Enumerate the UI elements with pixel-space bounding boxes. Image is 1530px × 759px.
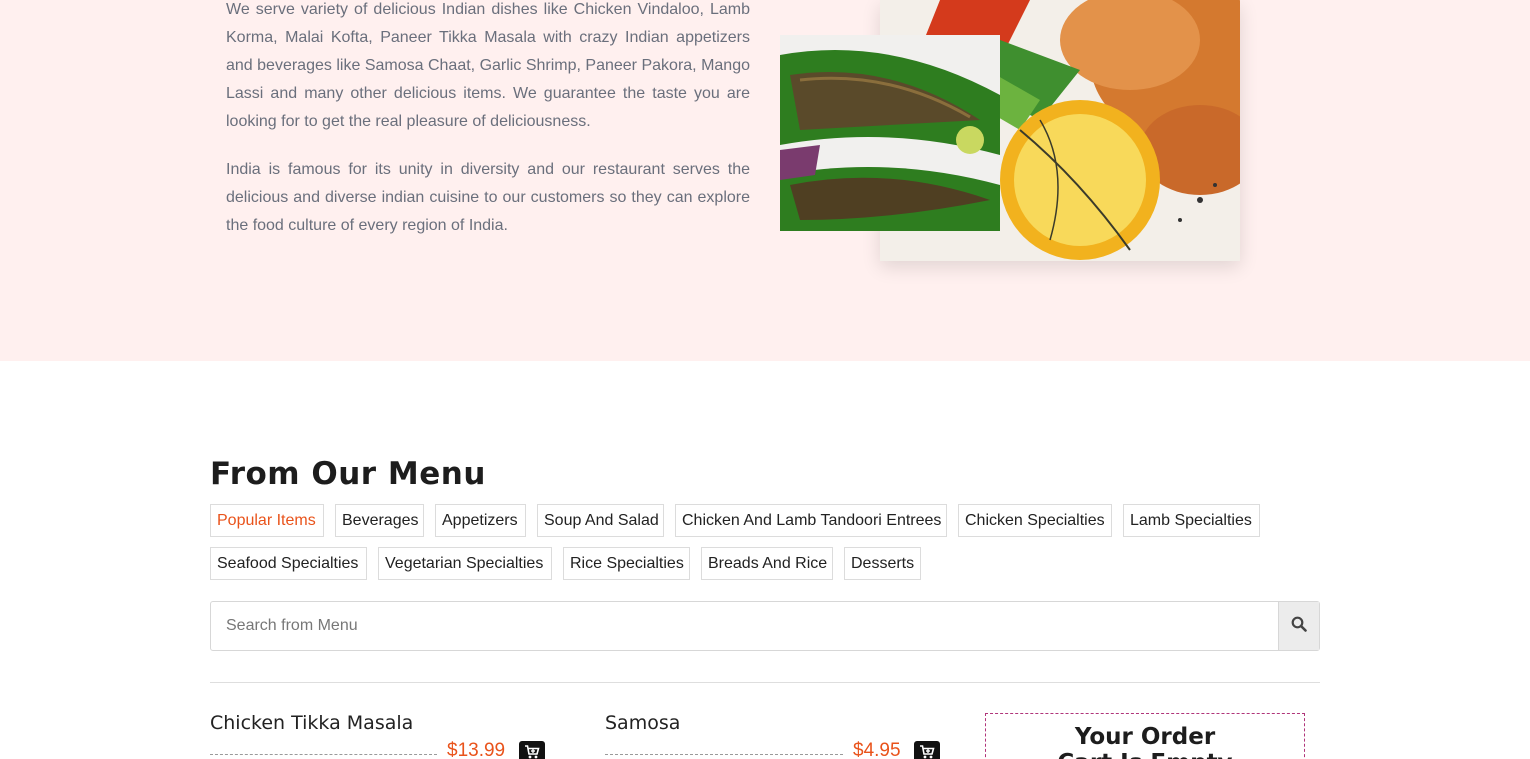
menu-item-price: $4.95 bbox=[853, 740, 901, 759]
menu-search-input[interactable] bbox=[211, 602, 1279, 650]
about-section: We serve variety of delicious Indian dis… bbox=[0, 0, 1530, 361]
menu-item-dots bbox=[605, 754, 843, 755]
search-icon bbox=[1291, 616, 1307, 637]
order-title-line2: Cart Is Empty bbox=[1057, 750, 1232, 759]
order-title: Your Order Cart Is Empty bbox=[986, 724, 1304, 759]
add-to-cart-button[interactable] bbox=[914, 741, 940, 759]
menu-item-dots bbox=[210, 754, 437, 755]
food-image-fish bbox=[780, 35, 1000, 231]
menu-section-title: From Our Menu bbox=[210, 456, 486, 492]
tab-chicken-specialties[interactable]: Chicken Specialties bbox=[958, 504, 1112, 537]
menu-item-name: Chicken Tikka Masala bbox=[210, 712, 414, 734]
search-button[interactable] bbox=[1278, 602, 1319, 650]
menu-divider bbox=[210, 682, 1320, 683]
cart-icon bbox=[919, 744, 935, 759]
tab-breads-and-rice[interactable]: Breads And Rice bbox=[701, 547, 833, 580]
tab-desserts[interactable]: Desserts bbox=[844, 547, 921, 580]
menu-search-bar bbox=[210, 601, 1320, 651]
tab-rice-specialties[interactable]: Rice Specialties bbox=[563, 547, 690, 580]
tab-beverages[interactable]: Beverages bbox=[335, 504, 424, 537]
tab-soup-and-salad[interactable]: Soup And Salad bbox=[537, 504, 664, 537]
tab-seafood-specialties[interactable]: Seafood Specialties bbox=[210, 547, 367, 580]
menu-item: Chicken Tikka Masala $13.99 bbox=[210, 712, 545, 759]
tab-vegetarian-specialties[interactable]: Vegetarian Specialties bbox=[378, 547, 552, 580]
menu-item: Samosa $4.95 bbox=[605, 712, 940, 759]
menu-item-price: $13.99 bbox=[447, 740, 506, 759]
order-title-line1: Your Order bbox=[1074, 724, 1216, 750]
tab-lamb-specialties[interactable]: Lamb Specialties bbox=[1123, 504, 1260, 537]
tab-popular-items[interactable]: Popular Items bbox=[210, 504, 324, 537]
about-paragraph-2: India is famous for its unity in diversi… bbox=[226, 161, 750, 234]
tab-chicken-and-lamb-tandoori-entrees[interactable]: Chicken And Lamb Tandoori Entrees bbox=[675, 504, 947, 537]
order-cart-box: Your Order Cart Is Empty bbox=[985, 713, 1305, 759]
menu-item-name: Samosa bbox=[605, 712, 681, 734]
about-paragraph-1: We serve variety of delicious Indian dis… bbox=[226, 1, 750, 130]
about-text: We serve variety of delicious Indian dis… bbox=[226, 0, 750, 260]
add-to-cart-button[interactable] bbox=[519, 741, 545, 759]
tab-appetizers[interactable]: Appetizers bbox=[435, 504, 526, 537]
cart-icon bbox=[524, 744, 540, 759]
